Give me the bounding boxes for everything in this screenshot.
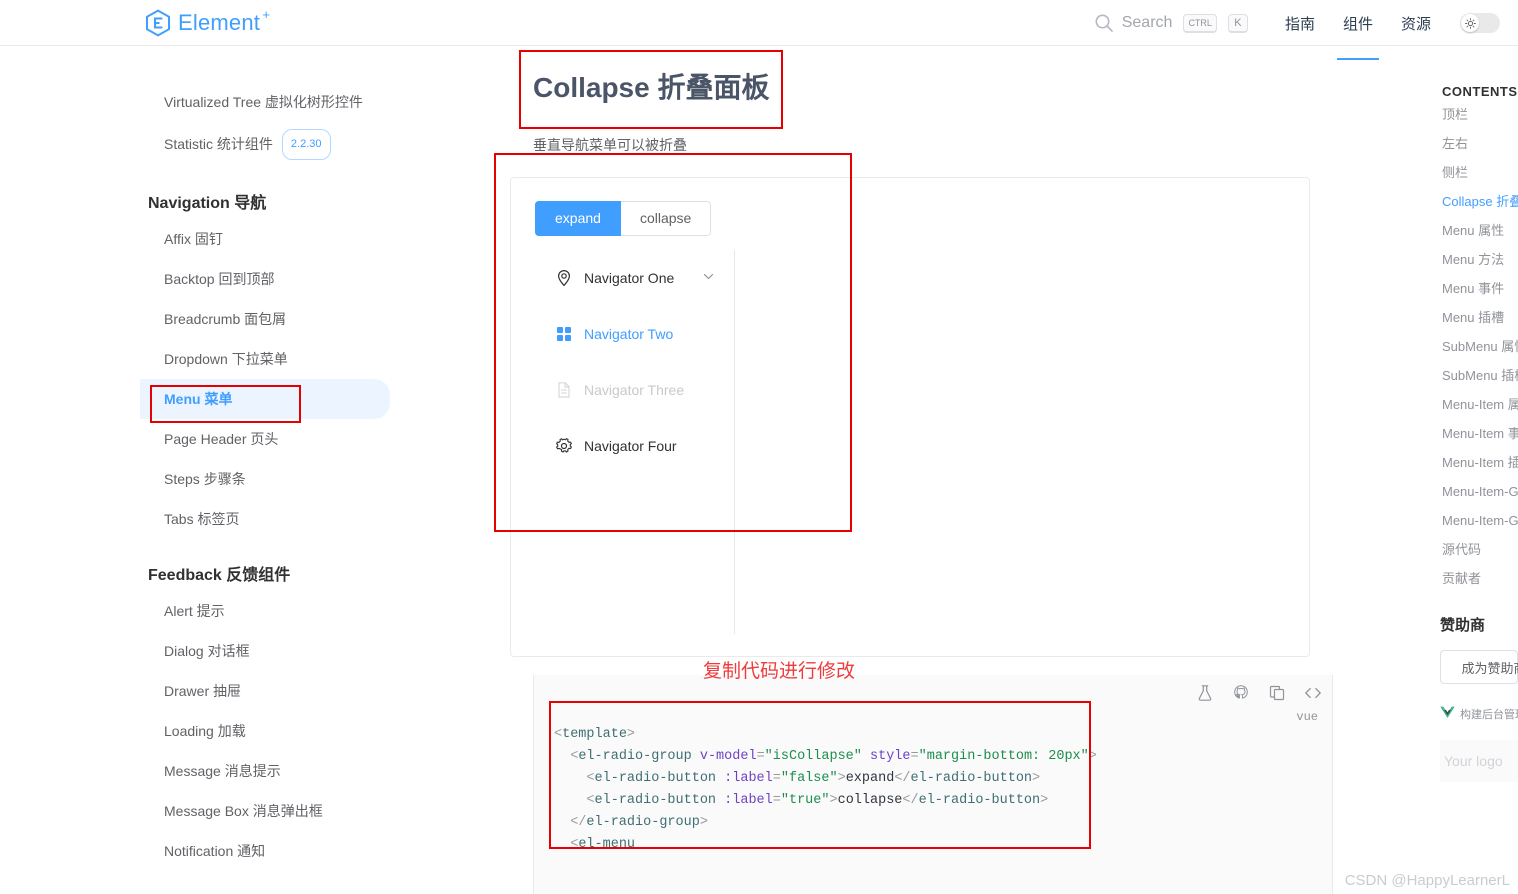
chevron-down-icon [702,270,715,286]
sidebar-item-breadcrumb[interactable]: Breadcrumb 面包屑 [140,299,400,339]
logo-text: Element + [178,7,270,36]
demo-inner: expand collapse Navigator One Navigator … [511,178,1309,656]
sidebar-item-page-header[interactable]: Page Header 页头 [140,419,400,459]
contents-title: CONTENTS [1442,84,1518,99]
toc-item-14[interactable]: Menu-Item-Group 插槽 [1440,505,1518,534]
become-sponsor-button[interactable]: 成为赞助商 [1440,650,1518,684]
sidebar-item-drawer[interactable]: Drawer 抽屉 [140,671,400,711]
logo-word: Element [178,10,261,35]
location-icon [555,269,573,287]
nav-item-components[interactable]: 组件 [1336,0,1380,60]
contents-rail: CONTENTS 顶栏 左右 侧栏 Collapse 折叠面板 Menu 属性 … [1440,46,1518,894]
toc-item-13[interactable]: Menu-Item-Group 属性 [1440,476,1518,505]
toc-item-collapse[interactable]: Collapse 折叠面板 [1440,186,1518,215]
toc-item-source[interactable]: 源代码 [1440,534,1518,563]
code-block[interactable]: <template> <el-radio-group v-model="isCo… [534,712,1332,868]
header-nav: 指南 组件 资源 [1284,0,1432,60]
page-subtitle: 垂直导航菜单可以被折叠 [533,137,687,153]
sidebar: Virtualized Tree 虚拟化树形控件 Statistic 统计组件 2… [0,46,400,894]
sidebar-item-tabs[interactable]: Tabs 标签页 [140,499,400,539]
logo-plus: + [262,7,271,22]
theme-toggle[interactable] [1460,13,1500,33]
toc-item-12[interactable]: Menu-Item 插槽 [1440,447,1518,476]
sponsor-entry-label: 构建后台管理系统 [1460,709,1518,721]
sponsor-entry[interactable]: 构建后台管理系统 [1440,706,1518,722]
toc-item-2[interactable]: 侧栏 [1440,157,1518,186]
sidebar-item-loading[interactable]: Loading 加载 [140,711,400,751]
search-icon [1094,13,1114,33]
toc-item-4[interactable]: Menu 属性 [1440,215,1518,244]
radio-button-expand[interactable]: expand [535,201,621,237]
toc-item-8[interactable]: SubMenu 属性 [1440,331,1518,360]
sidebar-item-label: Statistic 统计组件 [164,136,273,152]
code-brackets-icon[interactable] [1304,684,1322,702]
toc-item-11[interactable]: Menu-Item 事件 [1440,418,1518,447]
sidebar-item-statistic[interactable]: Statistic 统计组件 2.2.30 [140,122,400,167]
flask-icon[interactable] [1196,684,1214,702]
demo-menu: Navigator One Navigator Two Navigator Th… [535,250,735,634]
element-plus-logo[interactable]: Element + [145,7,270,37]
sun-icon [1464,17,1476,29]
sidebar-item-virtualized-tree[interactable]: Virtualized Tree 虚拟化树形控件 [140,82,400,122]
sponsor-title: 赞助商 [1440,617,1486,634]
app-header: Element + Search CTRL K 指南 组件 资源 [0,0,1518,60]
sidebar-item-notification[interactable]: Notification 通知 [140,831,400,871]
vue-logo-icon [1440,706,1455,722]
sidebar-item-dialog[interactable]: Dialog 对话框 [140,631,400,671]
main-content: Collapse 折叠面板 垂直导航菜单可以被折叠 expand collaps… [400,46,1440,894]
radio-button-collapse[interactable]: collapse [620,201,712,237]
version-badge: 2.2.30 [281,129,331,160]
sidebar-item-affix[interactable]: Affix 固钉 [140,219,400,259]
element-logo-icon [145,9,171,37]
sidebar-item-steps[interactable]: Steps 步骤条 [140,459,400,499]
github-icon[interactable] [1232,684,1250,702]
toc-item-1[interactable]: 左右 [1440,128,1518,157]
demo-card: expand collapse Navigator One Navigator … [510,177,1310,657]
menu-item-navigator-three: Navigator Three [535,362,734,418]
code-toolbar [1196,684,1322,702]
menu-item-label: Navigator Three [584,382,685,398]
toc-item-9[interactable]: SubMenu 插槽 [1440,360,1518,389]
menu-item-label: Navigator Two [584,326,674,342]
menu-item-navigator-one[interactable]: Navigator One [535,250,734,306]
sidebar-item-dropdown[interactable]: Dropdown 下拉菜单 [140,339,400,379]
sidebar-item-message[interactable]: Message 消息提示 [140,751,400,791]
toc-item-5[interactable]: Menu 方法 [1440,244,1518,273]
menu-item-navigator-four[interactable]: Navigator Four [535,418,734,474]
theme-toggle-knob [1461,14,1479,32]
toc-item-0[interactable]: 顶栏 [1440,99,1518,128]
sponsor-logo-placeholder[interactable]: Your logo [1440,740,1518,782]
sidebar-group-feedback: Feedback 反馈组件 [148,567,291,584]
nav-item-guide[interactable]: 指南 [1284,0,1316,47]
page-title: Collapse 折叠面板 [533,72,770,103]
toc-item-10[interactable]: Menu-Item 属性 [1440,389,1518,418]
sidebar-item-menu[interactable]: Menu 菜单 [140,379,390,419]
search-placeholder: Search [1121,14,1173,31]
watermark: CSDN @HappyLearnerL [1344,872,1510,889]
header-right: Search CTRL K 指南 组件 资源 [1094,0,1512,60]
gear-icon [555,437,573,455]
copy-icon[interactable] [1268,684,1286,702]
nav-item-resources[interactable]: 资源 [1400,0,1432,47]
annotation-text-copy-code: 复制代码进行修改 [703,661,856,682]
menu-item-label: Navigator Four [584,438,677,454]
code-panel: vue <template> <el-radio-group v-model="… [533,675,1333,894]
search-input[interactable]: Search CTRL K [1094,13,1248,33]
toc-item-6[interactable]: Menu 事件 [1440,273,1518,302]
grid-icon [555,325,573,343]
sidebar-group-navigation: Navigation 导航 [148,195,267,212]
collapse-radio-group: expand collapse [535,201,712,237]
kbd-ctrl: CTRL [1183,13,1217,33]
menu-item-navigator-two[interactable]: Navigator Two [535,306,734,362]
sidebar-item-alert[interactable]: Alert 提示 [140,591,400,631]
toc-item-7[interactable]: Menu 插槽 [1440,302,1518,331]
sidebar-item-message-box[interactable]: Message Box 消息弹出框 [140,791,400,831]
sidebar-item-backtop[interactable]: Backtop 回到顶部 [140,259,400,299]
document-icon [555,381,573,399]
toc-item-contributors[interactable]: 贡献者 [1440,563,1518,592]
kbd-k: K [1227,13,1248,33]
menu-item-label: Navigator One [584,270,675,286]
